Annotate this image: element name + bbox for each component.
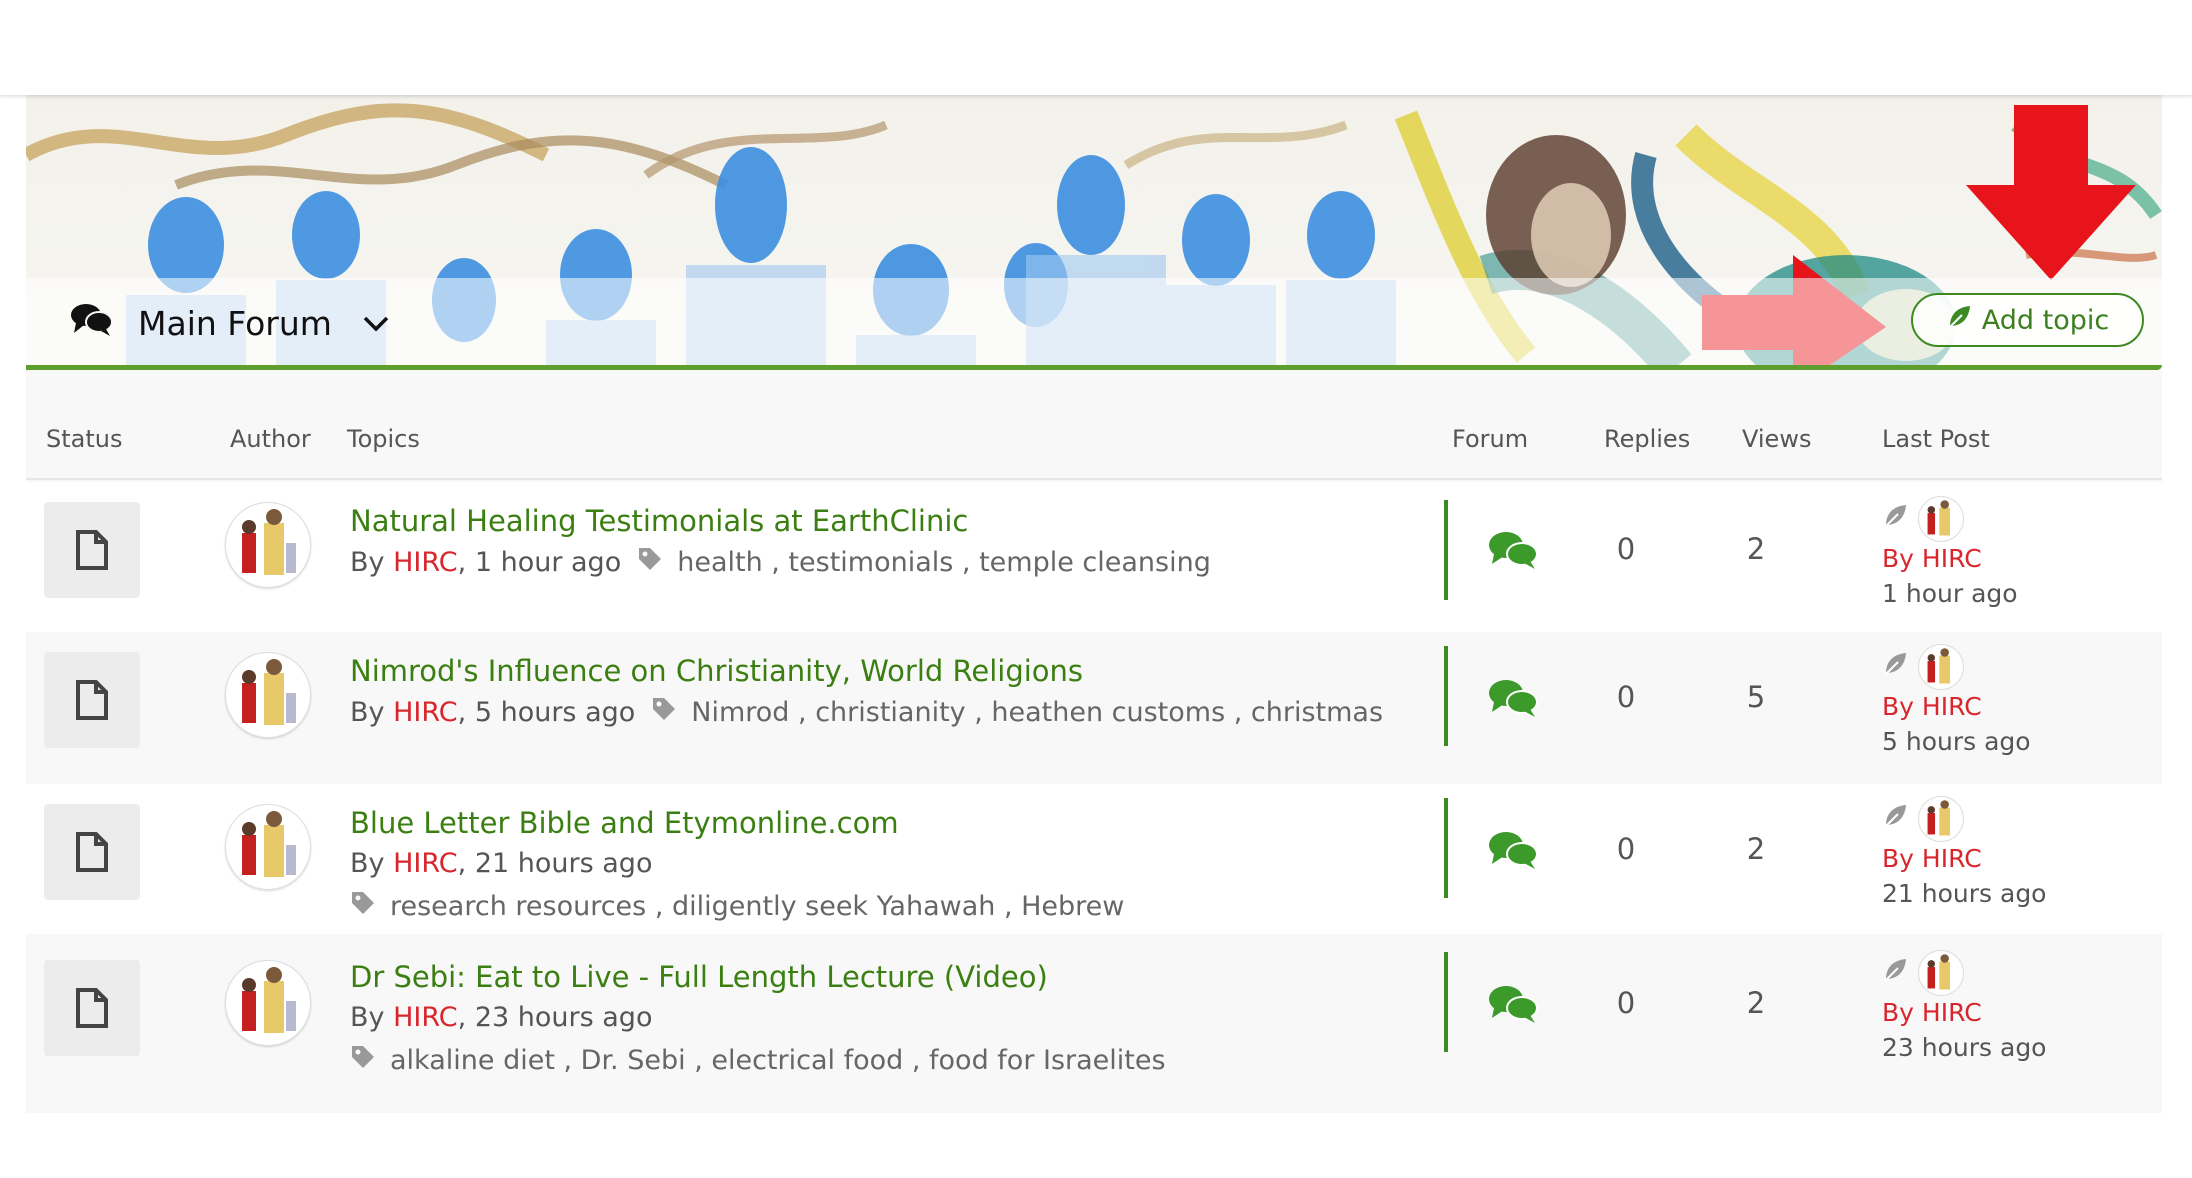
views-count: 2: [1746, 986, 1766, 1020]
col-views: Views: [1742, 425, 1812, 453]
table-row: Natural Healing Testimonials at EarthCli…: [26, 482, 2162, 632]
views-count: 2: [1746, 532, 1766, 566]
col-topics: Topics: [347, 425, 420, 453]
forum-title: Main Forum: [138, 303, 332, 343]
row-divider: [1444, 646, 1448, 746]
avatar[interactable]: [1918, 796, 1964, 842]
feather-icon: [1882, 957, 1908, 989]
last-post-author[interactable]: By HIRC: [1882, 844, 2046, 873]
comments-icon[interactable]: [1488, 830, 1540, 874]
author-link[interactable]: HIRC: [393, 697, 458, 728]
last-post-author[interactable]: By HIRC: [1882, 544, 2018, 573]
last-post-author[interactable]: By HIRC: [1882, 692, 2031, 721]
author-link[interactable]: HIRC: [393, 848, 458, 879]
views-count: 5: [1746, 680, 1766, 714]
table-row: Dr Sebi: Eat to Live - Full Length Lectu…: [26, 934, 2162, 1094]
tag-icon: [637, 546, 663, 579]
feather-icon: [1882, 503, 1908, 535]
author-link[interactable]: HIRC: [393, 1002, 458, 1033]
banner-underline: [26, 365, 2162, 370]
top-bar: [0, 0, 2192, 95]
last-post-time: 5 hours ago: [1882, 727, 2031, 756]
status-topic-icon: [44, 960, 140, 1056]
col-status: Status: [46, 425, 123, 453]
row-divider: [1444, 798, 1448, 898]
last-post-info: By HIRC 21 hours ago: [1882, 796, 2046, 908]
comments-icon[interactable]: [1488, 984, 1540, 1028]
topic-meta: By HIRC, 23 hours ago: [350, 1002, 653, 1033]
col-replies: Replies: [1604, 425, 1691, 453]
header-divider: [26, 478, 2162, 480]
topic-tags[interactable]: research resources , diligently seek Yah…: [390, 891, 1124, 922]
table-row: Blue Letter Bible and Etymonline.com By …: [26, 784, 2162, 934]
forum-selector[interactable]: Main Forum: [70, 295, 390, 351]
topic-meta: By HIRC, 21 hours ago: [350, 848, 653, 879]
topics-table-header: Status Author Topics Forum Replies Views…: [26, 417, 2162, 477]
last-post-info: By HIRC 5 hours ago: [1882, 644, 2031, 756]
add-topic-label: Add topic: [1981, 304, 2110, 336]
col-author: Author: [230, 425, 311, 453]
avatar[interactable]: [1918, 496, 1964, 542]
topic-title-link[interactable]: Natural Healing Testimonials at EarthCli…: [350, 504, 968, 538]
replies-count: 0: [1616, 986, 1636, 1020]
topic-title-link[interactable]: Nimrod's Influence on Christianity, Worl…: [350, 654, 1083, 688]
last-post-time: 1 hour ago: [1882, 579, 2018, 608]
forum-container: Main Forum Add topic Status Author Topic…: [26, 95, 2162, 1113]
status-topic-icon: [44, 502, 140, 598]
last-post-info: By HIRC 23 hours ago: [1882, 950, 2046, 1062]
col-forum: Forum: [1452, 425, 1529, 453]
last-post-time: 23 hours ago: [1882, 1033, 2047, 1062]
row-divider: [1444, 952, 1448, 1052]
tag-icon: [350, 890, 376, 923]
tag-icon: [651, 696, 677, 729]
last-post-author[interactable]: By HIRC: [1882, 998, 2046, 1027]
topic-tags-row: research resources , diligently seek Yah…: [350, 890, 1124, 923]
chevron-down-icon: [362, 307, 390, 340]
feather-icon: [1882, 803, 1908, 835]
views-count: 2: [1746, 832, 1766, 866]
status-topic-icon: [44, 652, 140, 748]
avatar[interactable]: [225, 652, 311, 738]
tag-icon: [350, 1044, 376, 1077]
comments-icon[interactable]: [1488, 678, 1540, 722]
replies-count: 0: [1616, 832, 1636, 866]
avatar[interactable]: [225, 804, 311, 890]
table-row: Nimrod's Influence on Christianity, Worl…: [26, 632, 2162, 784]
last-post-time: 21 hours ago: [1882, 879, 2047, 908]
author-link[interactable]: HIRC: [393, 547, 458, 578]
topic-title-link[interactable]: Blue Letter Bible and Etymonline.com: [350, 806, 899, 840]
topic-meta: By HIRC, 5 hours ago Nimrod , christiani…: [350, 696, 1384, 729]
avatar[interactable]: [1918, 950, 1964, 996]
topic-title-link[interactable]: Dr Sebi: Eat to Live - Full Length Lectu…: [350, 960, 1048, 994]
avatar[interactable]: [225, 502, 311, 588]
comments-icon: [70, 301, 114, 345]
add-topic-button[interactable]: Add topic: [1911, 293, 2144, 347]
topic-tags[interactable]: alkaline diet , Dr. Sebi , electrical fo…: [390, 1045, 1166, 1076]
last-post-info: By HIRC 1 hour ago: [1882, 496, 2018, 608]
col-last-post: Last Post: [1882, 425, 1990, 453]
topic-tags-row: alkaline diet , Dr. Sebi , electrical fo…: [350, 1044, 1166, 1077]
avatar[interactable]: [1918, 644, 1964, 690]
comments-icon[interactable]: [1488, 530, 1540, 574]
topic-meta: By HIRC, 1 hour ago health , testimonial…: [350, 546, 1211, 579]
avatar[interactable]: [225, 960, 311, 1046]
topic-tags[interactable]: health , testimonials , temple cleansing: [677, 547, 1211, 578]
status-topic-icon: [44, 804, 140, 900]
replies-count: 0: [1616, 680, 1636, 714]
row-divider: [1444, 500, 1448, 600]
leaf-icon: [1946, 304, 1972, 337]
replies-count: 0: [1616, 532, 1636, 566]
topic-tags[interactable]: Nimrod , christianity , heathen customs …: [691, 697, 1383, 728]
feather-icon: [1882, 651, 1908, 683]
